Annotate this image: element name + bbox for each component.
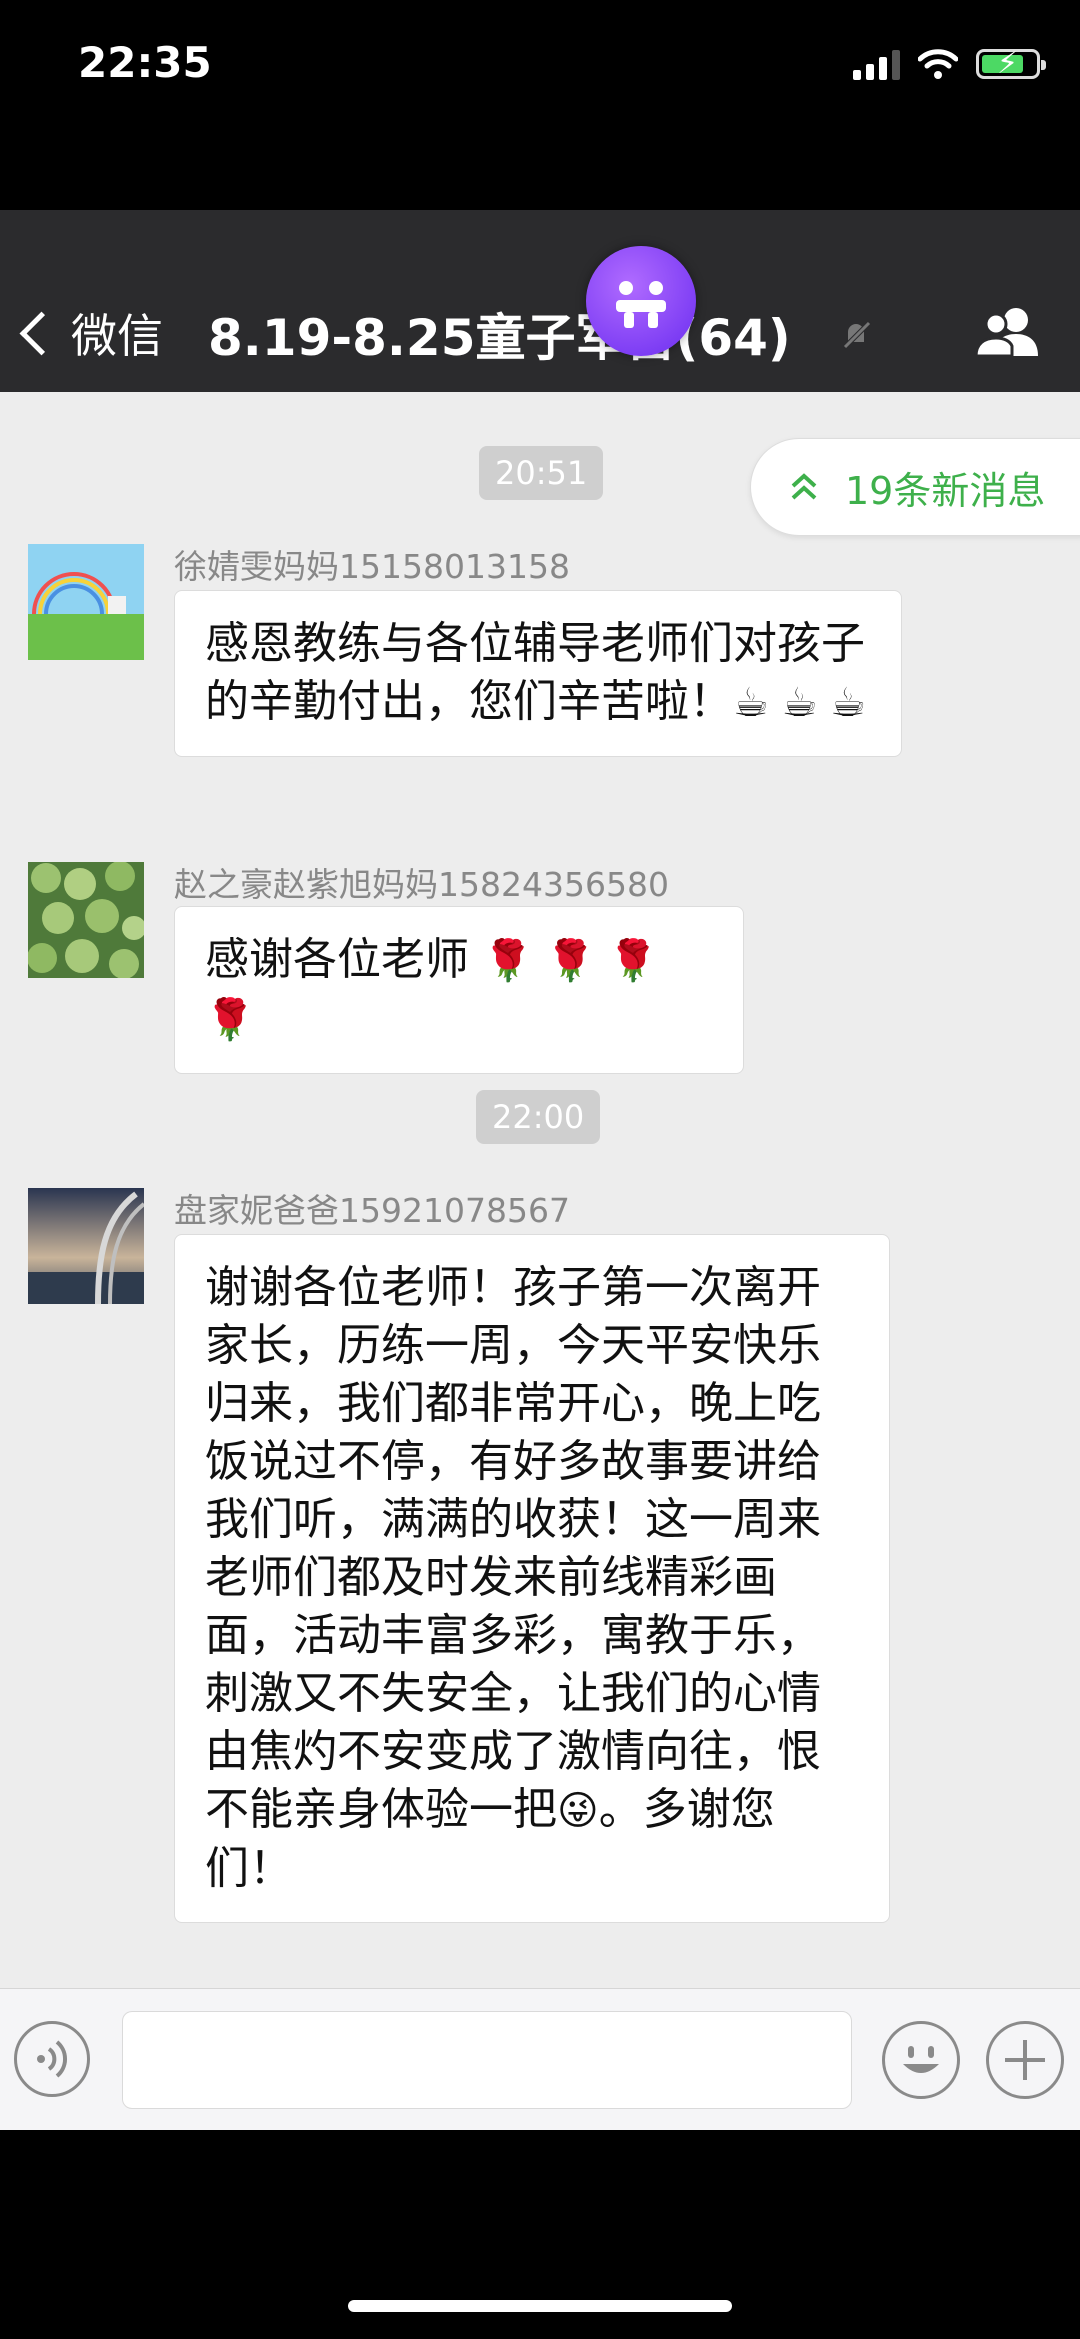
sender-name: 盘家妮爸爸15921078567	[174, 1191, 570, 1230]
avatar[interactable]	[28, 1188, 144, 1304]
voice-icon	[37, 2040, 68, 2078]
floating-app-icon[interactable]	[586, 246, 696, 356]
input-bar	[0, 1988, 1080, 2131]
message-text: 谢谢各位老师！孩子第一次离开家长，历练一周，今天平安快乐归来，我们都非常开心，晚…	[205, 1262, 821, 1835]
chevron-left-icon	[19, 311, 64, 355]
wifi-icon	[918, 49, 958, 79]
wink-tongue-emoji: 😜	[557, 1788, 599, 1834]
status-time: 22:35	[78, 38, 212, 87]
double-chevron-up-icon	[791, 473, 817, 500]
smiley-icon	[903, 2046, 939, 2073]
status-bar: 22:35 ⚡	[0, 0, 1080, 210]
signal-icon	[853, 48, 900, 80]
back-button[interactable]: 微信	[19, 300, 163, 366]
status-icons: ⚡	[853, 46, 1046, 81]
voice-button[interactable]	[14, 2021, 90, 2097]
new-messages-label: 19条新消息	[845, 468, 1046, 513]
chat-title: 8.19-8.25童子军营(64)	[208, 309, 791, 367]
timestamp: 20:51	[479, 446, 604, 500]
home-indicator[interactable]	[348, 2300, 732, 2312]
bell-slash-icon	[842, 320, 872, 350]
chat-messages[interactable]: 20:51 19条新消息 徐婧雯妈妈15158013158 感恩教练与各位辅导老…	[0, 392, 1080, 1988]
new-messages-button[interactable]: 19条新消息	[750, 438, 1080, 536]
sender-name: 赵之豪赵紫旭妈妈15824356580	[174, 865, 669, 904]
message-bubble[interactable]: 感谢各位老师 🌹 🌹 🌹 🌹	[174, 906, 744, 1074]
sender-name: 徐婧雯妈妈15158013158	[174, 547, 570, 586]
avatar[interactable]	[28, 862, 144, 978]
emoji-button[interactable]	[882, 2021, 960, 2099]
avatar[interactable]	[28, 544, 144, 660]
message-input[interactable]	[122, 2011, 852, 2109]
message-bubble[interactable]: 谢谢各位老师！孩子第一次离开家长，历练一周，今天平安快乐归来，我们都非常开心，晚…	[174, 1234, 890, 1923]
chat-header: 微信 8.19-8.25童子军营(64)	[0, 210, 1080, 392]
group-icon[interactable]	[974, 306, 1044, 358]
battery-icon: ⚡	[976, 46, 1046, 81]
plus-icon	[1005, 2040, 1045, 2080]
timestamp: 22:00	[476, 1090, 601, 1144]
more-button[interactable]	[986, 2021, 1064, 2099]
message-bubble[interactable]: 感恩教练与各位辅导老师们对孩子的辛勤付出，您们辛苦啦！☕ ☕ ☕	[174, 590, 902, 757]
bottom-safe-area	[0, 2130, 1080, 2339]
coffee-emoji: ☕ ☕ ☕	[733, 680, 867, 726]
message-text: 感谢各位老师	[205, 934, 469, 985]
back-label: 微信	[71, 309, 163, 363]
